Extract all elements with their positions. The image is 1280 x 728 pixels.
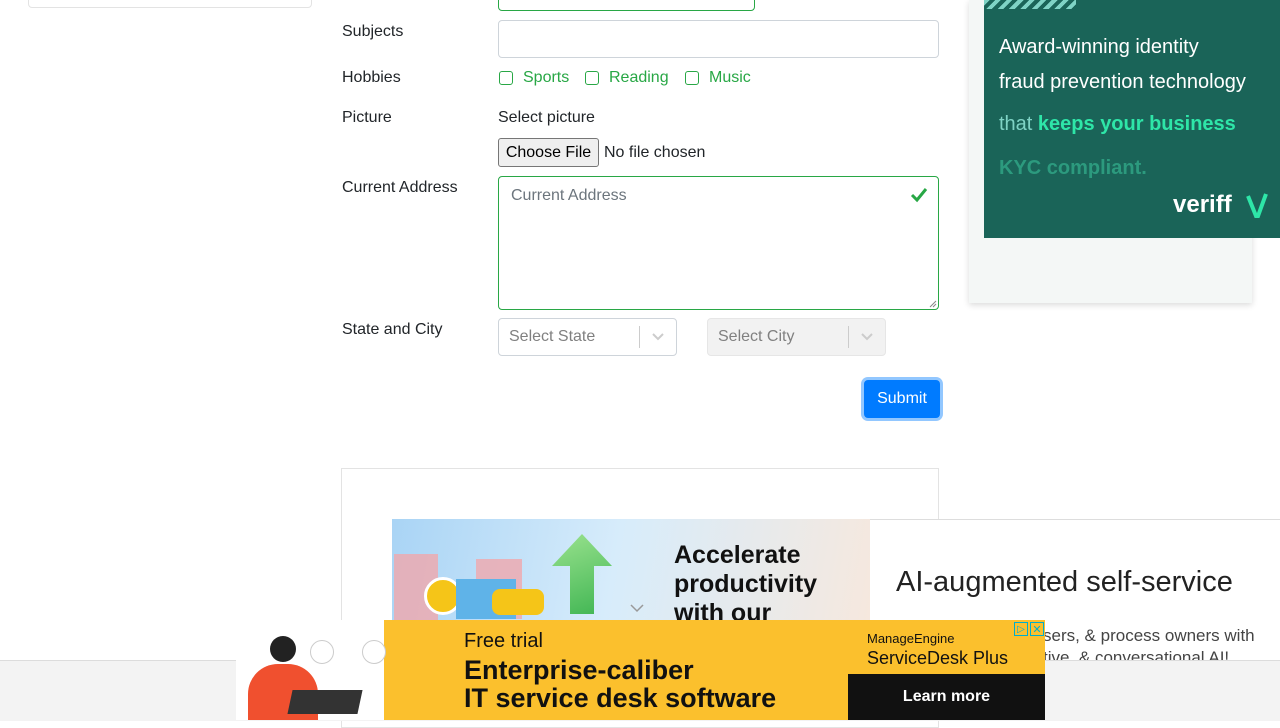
manageengine-logo: ManageEngine: [867, 631, 955, 646]
arrow-up-icon: [552, 534, 612, 614]
state-placeholder: Select State: [509, 328, 596, 345]
checkbox-box[interactable]: [685, 71, 699, 85]
checkbox-box[interactable]: [585, 71, 599, 85]
ad-bottom-line1: Enterprise-caliber: [464, 655, 694, 685]
chevron-down-icon[interactable]: [849, 333, 885, 341]
ad-right-line3: that keeps your business: [999, 113, 1236, 136]
choose-file-button[interactable]: Choose File: [498, 138, 599, 167]
check-icon: [910, 188, 928, 203]
select-picture-label: Select picture: [498, 109, 595, 126]
chat-bubble-icon: [492, 589, 544, 615]
lightbulb-icon: [310, 640, 334, 664]
ad-mid-tagline: AI-augmented self-service: [896, 566, 1233, 598]
ad-mid-sub1: sers, & process owners with: [1043, 626, 1255, 645]
sidebar-card: [28, 0, 312, 8]
ad-right-veriff[interactable]: Award-winning identity fraud prevention …: [984, 0, 1280, 238]
picture-label: Picture: [342, 109, 392, 126]
checkbox-box[interactable]: [499, 71, 513, 85]
hobby-sports-checkbox[interactable]: Sports: [499, 69, 569, 87]
ad-right-line3-highlight: keeps your business: [1037, 113, 1236, 135]
state-select[interactable]: Select State: [498, 318, 677, 356]
date-of-birth-field[interactable]: [498, 0, 755, 11]
no-file-text: No file chosen: [604, 144, 706, 161]
learn-more-button[interactable]: Learn more: [848, 674, 1045, 720]
ad-right-line1: Award-winning identity: [999, 36, 1199, 58]
hobby-reading-label[interactable]: Reading: [609, 69, 669, 87]
subjects-input[interactable]: [498, 20, 939, 58]
current-address-label: Current Address: [342, 179, 458, 196]
laptop-icon: [287, 690, 363, 714]
close-icon[interactable]: ✕: [1030, 622, 1044, 636]
ad-free-trial: Free trial: [464, 630, 543, 652]
subjects-label: Subjects: [342, 23, 404, 40]
hobby-sports-label[interactable]: Sports: [523, 69, 569, 87]
ad-right-line4: KYC compliant.: [999, 157, 1147, 179]
ad-right-line2: fraud prevention technology: [999, 71, 1246, 93]
ad-mid-headline-line1: Accelerate: [674, 541, 801, 569]
chart-icon: [362, 640, 386, 664]
hobby-music-checkbox[interactable]: Music: [685, 69, 751, 87]
chevron-down-icon[interactable]: [640, 333, 676, 341]
adchoices-icon[interactable]: ▷: [1014, 622, 1028, 636]
hobby-music-label[interactable]: Music: [709, 69, 751, 87]
servicedesk-plus-logo: ServiceDesk Plus: [867, 648, 1009, 668]
ad-stripe-decoration: [984, 0, 1076, 9]
ad-illustration: [236, 620, 386, 720]
current-address-textarea[interactable]: Current Address: [498, 176, 939, 310]
ad-mid-headline: Accelerate productivity with our: [674, 541, 817, 628]
veriff-mark-icon: [1246, 193, 1268, 218]
submit-button[interactable]: Submit: [864, 380, 940, 418]
veriff-logo: veriff: [1173, 191, 1232, 218]
ad-mid-headline-line2: productivity: [674, 570, 818, 598]
city-select[interactable]: Select City: [707, 318, 886, 356]
hobbies-label: Hobbies: [342, 69, 401, 86]
state-city-label: State and City: [342, 321, 443, 338]
ad-right-line3-prefix: that: [999, 113, 1038, 135]
resize-handle-icon[interactable]: [929, 300, 937, 308]
city-placeholder: Select City: [718, 328, 795, 345]
chevron-down-icon: [630, 604, 644, 613]
address-placeholder: Current Address: [511, 187, 627, 204]
hobby-reading-checkbox[interactable]: Reading: [585, 69, 669, 87]
person-head-icon: [270, 636, 296, 662]
ad-bottom-line2: IT service desk software: [464, 683, 777, 713]
